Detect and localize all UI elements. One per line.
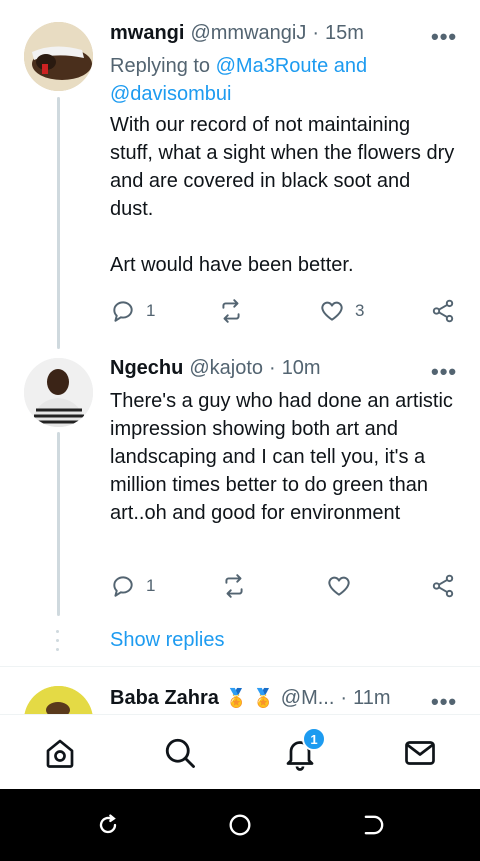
messages-tab[interactable] [402,735,438,771]
home-circle-icon [229,814,251,836]
reply-count: 1 [146,301,156,320]
share-button[interactable] [430,298,456,324]
like-button[interactable] [326,573,362,599]
tweet-header: Baba Zahra 🏅 🏅 @M... · 11m [110,687,391,710]
separator-dot: · [312,22,320,44]
timestamp[interactable]: 11m [353,687,390,710]
share-icon [432,574,454,598]
retweet-button[interactable] [218,298,254,324]
user-handle[interactable]: @kajoto [189,357,263,380]
share-icon [432,299,454,323]
mail-icon [405,741,435,765]
retweet-icon [222,299,240,323]
system-navigation-bar [0,789,480,861]
retweet-icon [225,574,243,598]
honey-badger-avatar-image [24,22,93,91]
tweet-text-paragraph: With our record of not maintaining stuff… [110,114,455,220]
home-icon [46,739,74,768]
reply-button[interactable]: 1 [110,298,155,324]
notification-badge: 1 [302,727,326,751]
retweet-button[interactable] [221,573,257,599]
like-count: 3 [355,301,365,320]
share-button[interactable] [430,573,456,599]
thread-line [57,97,60,349]
display-name[interactable]: Ngechu [110,357,183,380]
notifications-tab[interactable]: 1 [282,727,326,771]
show-replies-dots [56,630,60,654]
home-button[interactable] [226,811,254,839]
timestamp[interactable]: 10m [282,357,321,380]
more-options-button[interactable]: ••• [431,689,457,715]
tweet-text: There's a guy who had done an artistic i… [110,390,453,524]
divider [0,666,480,667]
back-icon [364,815,384,835]
tweet-text-paragraph: Art would have been better. [110,254,354,276]
home-tab[interactable] [42,735,78,771]
separator-dot: · [340,687,348,709]
timestamp[interactable]: 15m [325,22,364,45]
display-name[interactable]: mwangi [110,22,184,45]
heart-icon [328,576,350,596]
recents-icon [99,814,117,834]
recents-button[interactable] [94,811,122,839]
person-avatar-image [24,358,93,427]
replying-to-label: Replying to [110,55,211,77]
user-handle[interactable]: @mmwangiJ [190,22,306,45]
user-handle[interactable]: @M... [281,687,335,710]
separator-dot: · [269,357,276,379]
badge-emoji: 🏅 🏅 [224,688,275,708]
search-icon [165,738,195,768]
reply-context: Replying to @Ma3Route and @davisombui [110,52,410,108]
back-button[interactable] [360,811,388,839]
thread-line [57,432,60,616]
avatar[interactable] [24,358,93,427]
tweet-header: Ngechu @kajoto · 10m [110,357,321,380]
more-options-button[interactable]: ••• [431,359,457,385]
reply-icon [113,576,133,597]
search-tab[interactable] [162,735,198,771]
reply-button[interactable]: 1 [110,573,155,599]
reply-icon [113,301,133,322]
more-options-button[interactable]: ••• [431,24,457,50]
tweet-header: mwangi @mmwangiJ · 15m [110,22,364,45]
display-name[interactable]: Baba Zahra [110,687,219,710]
bottom-tab-bar: 1 [0,714,480,790]
reply-count: 1 [146,576,156,595]
heart-icon [321,301,343,321]
show-replies-link[interactable]: Show replies [110,629,225,652]
like-button[interactable]: 3 [319,298,364,324]
avatar[interactable] [24,22,93,91]
tweet-text: With our record of not maintaining stuff… [110,111,455,279]
